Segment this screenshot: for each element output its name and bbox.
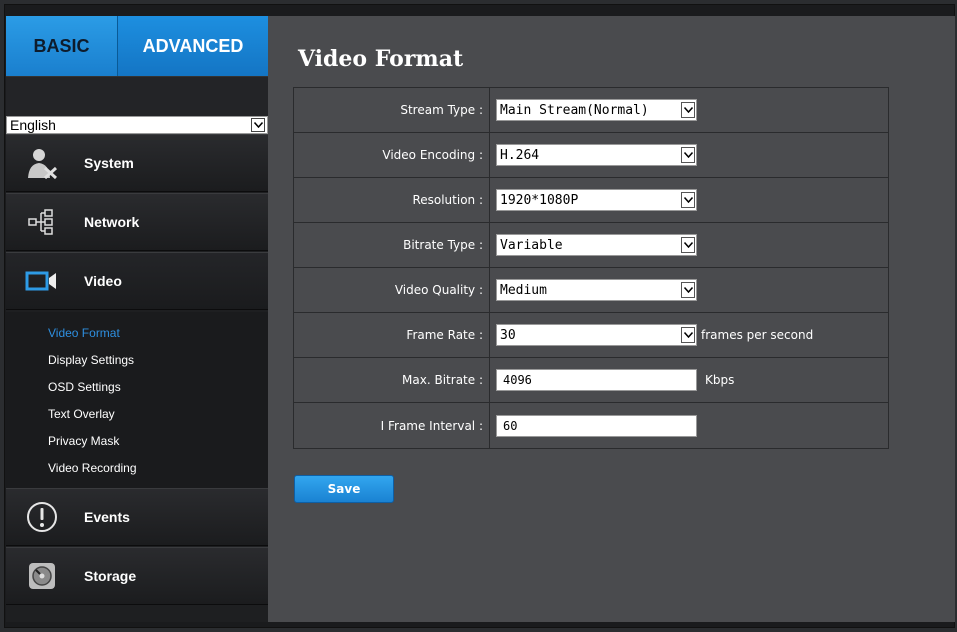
save-button[interactable]: Save: [294, 475, 394, 503]
form-row-resolution: Resolution : 1920*1080P: [294, 178, 888, 223]
sidebar-item-storage[interactable]: Storage: [6, 547, 268, 605]
form-row-video-quality: Video Quality : Medium: [294, 268, 888, 313]
video-quality-select[interactable]: Medium: [496, 279, 697, 301]
chevron-down-icon[interactable]: [681, 102, 695, 118]
sidebar-item-system[interactable]: System: [6, 134, 268, 192]
bitrate-type-select[interactable]: Variable: [496, 234, 697, 256]
resolution-label: Resolution :: [294, 178, 490, 222]
max-bitrate-label: Max. Bitrate :: [294, 358, 490, 402]
alert-exclamation-icon: [20, 500, 64, 534]
form-row-video-encoding: Video Encoding : H.264: [294, 133, 888, 178]
max-bitrate-input[interactable]: 4096: [496, 369, 697, 391]
video-encoding-label: Video Encoding :: [294, 133, 490, 177]
chevron-down-icon[interactable]: [681, 327, 695, 343]
frame-rate-value: 30: [500, 327, 516, 343]
main-panel: Video Format Stream Type : Main Stream(N…: [268, 16, 955, 622]
video-quality-value: Medium: [500, 282, 547, 298]
chevron-down-icon[interactable]: [681, 147, 695, 163]
subnav-item-video-format[interactable]: Video Format: [6, 320, 268, 347]
form-row-bitrate-type: Bitrate Type : Variable: [294, 223, 888, 268]
subnav-item-video-recording[interactable]: Video Recording: [6, 455, 268, 482]
video-format-form: Stream Type : Main Stream(Normal) Video …: [293, 87, 889, 449]
network-tree-icon: [20, 205, 64, 239]
chevron-down-icon[interactable]: [681, 192, 695, 208]
frame-rate-select[interactable]: 30: [496, 324, 697, 346]
stream-type-select[interactable]: Main Stream(Normal): [496, 99, 697, 121]
tab-advanced-label: ADVANCED: [142, 35, 244, 56]
sidebar-item-label: Network: [84, 214, 140, 230]
language-select[interactable]: English: [6, 116, 268, 134]
i-frame-interval-label: I Frame Interval :: [294, 403, 490, 448]
subnav-item-osd-settings[interactable]: OSD Settings: [6, 374, 268, 401]
frame-rate-label: Frame Rate :: [294, 313, 490, 357]
stream-type-value: Main Stream(Normal): [500, 102, 649, 118]
form-row-frame-rate: Frame Rate : 30 frames per second: [294, 313, 888, 358]
sidebar: BASIC ADVANCED English System Network Vi…: [6, 16, 280, 622]
form-row-max-bitrate: Max. Bitrate : 4096 Kbps: [294, 358, 888, 403]
form-row-stream-type: Stream Type : Main Stream(Normal): [294, 88, 888, 133]
tab-basic[interactable]: BASIC: [6, 16, 118, 76]
video-camera-icon: [20, 264, 64, 298]
chevron-down-icon[interactable]: [251, 118, 265, 132]
video-subnav: Video Format Display Settings OSD Settin…: [6, 312, 268, 488]
form-row-i-frame-interval: I Frame Interval : 60: [294, 403, 888, 448]
resolution-select[interactable]: 1920*1080P: [496, 189, 697, 211]
bitrate-type-label: Bitrate Type :: [294, 223, 490, 267]
system-admin-icon: [20, 146, 64, 180]
i-frame-interval-input[interactable]: 60: [496, 414, 697, 437]
subnav-item-privacy-mask[interactable]: Privacy Mask: [6, 428, 268, 455]
mode-tabs: BASIC ADVANCED: [6, 16, 268, 89]
sidebar-item-video[interactable]: Video: [6, 252, 280, 311]
stream-type-label: Stream Type :: [294, 88, 490, 132]
sidebar-item-label: Storage: [84, 568, 137, 584]
sidebar-item-label: Video: [84, 273, 122, 289]
video-encoding-select[interactable]: H.264: [496, 144, 697, 166]
video-quality-label: Video Quality :: [294, 268, 490, 312]
subnav-item-display-settings[interactable]: Display Settings: [6, 347, 268, 374]
max-bitrate-unit: Kbps: [705, 373, 735, 387]
resolution-value: 1920*1080P: [500, 192, 579, 208]
subnav-item-text-overlay[interactable]: Text Overlay: [6, 401, 268, 428]
sidebar-item-network[interactable]: Network: [6, 193, 268, 251]
sidebar-item-events[interactable]: Events: [6, 488, 268, 546]
frame-rate-unit: frames per second: [701, 328, 814, 342]
chevron-down-icon[interactable]: [681, 237, 695, 253]
storage-disk-icon: [20, 559, 64, 593]
chevron-down-icon[interactable]: [681, 282, 695, 298]
video-encoding-value: H.264: [500, 147, 540, 163]
language-select-value: English: [10, 117, 56, 133]
sidebar-item-label: System: [84, 155, 134, 171]
sidebar-item-label: Events: [84, 509, 130, 525]
tab-advanced[interactable]: ADVANCED: [118, 16, 268, 89]
page-title: Video Format: [298, 46, 464, 72]
bitrate-type-value: Variable: [500, 237, 563, 253]
